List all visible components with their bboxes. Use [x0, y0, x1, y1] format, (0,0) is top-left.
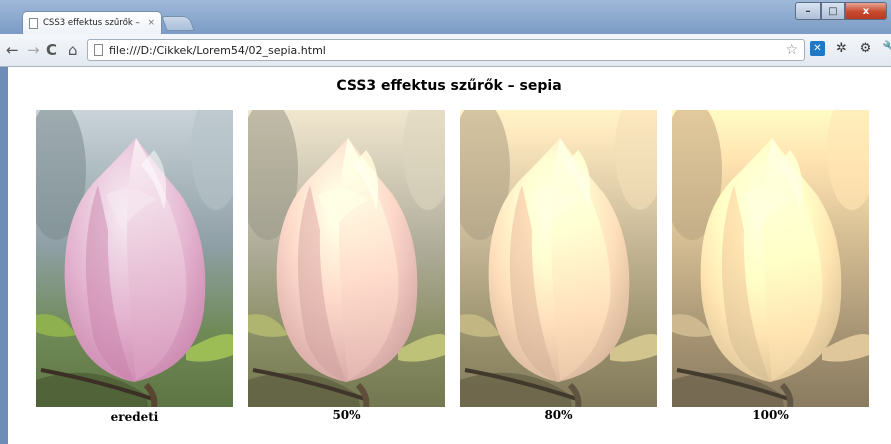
page-icon — [29, 17, 38, 29]
page-viewport: CSS3 effektus szűrők – sepia eredeti 50%… — [8, 67, 891, 444]
minimize-button[interactable]: – — [795, 2, 821, 20]
photo-figure: 80% — [460, 110, 657, 422]
browser-window: CSS3 effektus szűrők – sepi × – □ x ← → … — [0, 0, 891, 444]
photo-caption: eredeti — [110, 410, 159, 424]
photo-caption: 80% — [544, 408, 573, 422]
wrench-icon[interactable]: 🔧 — [882, 41, 891, 56]
tab-close-icon[interactable]: × — [147, 18, 155, 28]
magnolia-photo — [36, 110, 233, 407]
close-button[interactable]: x — [845, 2, 887, 20]
star-icon[interactable]: ☆ — [785, 42, 798, 58]
window-controls: – □ x — [795, 2, 887, 20]
tab-active[interactable]: CSS3 effektus szűrők – sepi × — [22, 11, 162, 34]
photo-figure: 100% — [672, 110, 869, 422]
forward-icon[interactable]: → — [27, 41, 40, 59]
photo-caption: 50% — [332, 408, 361, 422]
gear-icon[interactable]: ⚙ — [858, 41, 873, 56]
magnolia-photo — [672, 110, 869, 407]
address-bar[interactable]: file:///D:/Cikkek/Lorem54/02_sepia.html … — [87, 39, 805, 61]
photo-caption: 100% — [752, 408, 789, 422]
url-text[interactable]: file:///D:/Cikkek/Lorem54/02_sepia.html — [109, 44, 326, 57]
photo-figure: 50% — [248, 110, 445, 422]
puzzle-icon[interactable]: ✲ — [834, 41, 849, 56]
back-icon[interactable]: ← — [6, 41, 19, 59]
reload-icon[interactable]: C — [46, 41, 57, 59]
tab-title: CSS3 effektus szűrők – sepi — [43, 18, 142, 28]
photo-figure: eredeti — [36, 110, 233, 424]
maximize-button[interactable]: □ — [821, 2, 845, 20]
toolbar: ← → C ⌂ file:///D:/Cikkek/Lorem54/02_sep… — [0, 34, 891, 67]
page-icon — [94, 44, 103, 56]
new-tab-button[interactable] — [161, 16, 195, 31]
magnolia-photo — [248, 110, 445, 407]
extension-icon[interactable]: ✕ — [810, 41, 825, 56]
home-icon[interactable]: ⌂ — [68, 41, 78, 59]
magnolia-photo — [460, 110, 657, 407]
extension-icons: ✕ ✲ ⚙ 🔧 — [810, 41, 891, 56]
page-title: CSS3 effektus szűrők – sepia — [336, 78, 562, 94]
